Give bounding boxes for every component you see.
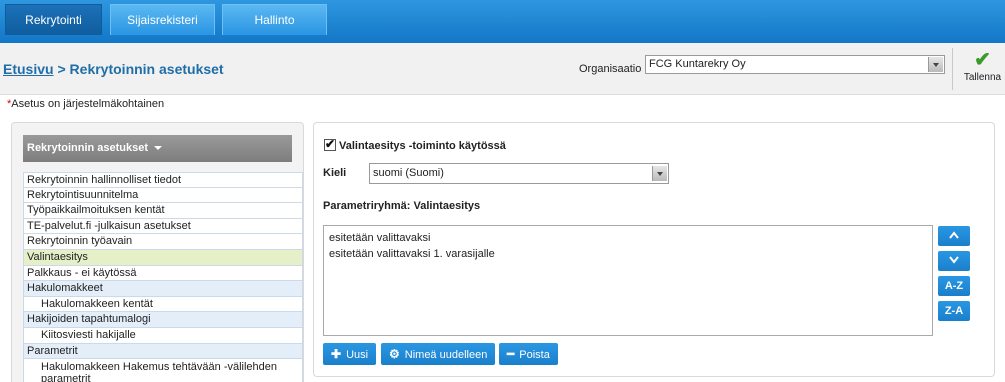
chevron-down-icon[interactable] xyxy=(652,166,667,181)
breadcrumb-separator: > xyxy=(53,61,70,77)
menu-item-hakulomakkeen-kentat[interactable]: Hakulomakkeen kentät xyxy=(23,296,303,313)
settings-menu-panel: Rekrytoinnin asetukset Rekrytoinnin hall… xyxy=(11,122,304,382)
valintaesitys-enabled-label: Valintaesitys -toiminto käytössä xyxy=(339,140,506,152)
breadcrumb-home-link[interactable]: Etusivu xyxy=(3,61,54,77)
organisation-value: FCG Kuntarekry Oy xyxy=(649,58,746,70)
menu-item-te-palvelut[interactable]: TE-palvelut.fi -julkaisun asetukset xyxy=(23,218,303,235)
save-button[interactable]: ✔ Tallenna xyxy=(960,48,1005,90)
caret-down-icon xyxy=(154,146,163,151)
menu-item-rekrytointisuunnitelma[interactable]: Rekrytointisuunnitelma xyxy=(23,187,303,204)
move-up-button[interactable] xyxy=(938,226,970,246)
chevron-down-icon[interactable] xyxy=(928,57,943,72)
parameter-group-title: Parametriryhmä: Valintaesitys xyxy=(323,200,481,212)
menu-group-hakulomakkeet[interactable]: Hakulomakkeet xyxy=(23,281,303,297)
sort-za-button[interactable]: Z-A xyxy=(938,301,970,321)
tab-hallinto[interactable]: Hallinto xyxy=(222,4,327,35)
sort-az-button[interactable]: A-Z xyxy=(938,276,970,296)
gear-icon: ⚙ xyxy=(389,347,400,361)
settings-menu-list: Rekrytoinnin hallinnolliset tiedot Rekry… xyxy=(23,172,303,382)
note-text: Asetus on järjestelmäkohtainen xyxy=(11,98,165,110)
plus-icon: ✚ xyxy=(331,347,342,361)
header-bar: Etusivu > Rekrytoinnin asetukset Organis… xyxy=(0,43,1005,95)
tab-rekrytointi[interactable]: Rekrytointi xyxy=(5,4,102,35)
parameter-listbox[interactable]: esitetään valittavaksi esitetään valitta… xyxy=(323,225,933,336)
move-down-button[interactable] xyxy=(938,251,970,271)
language-select[interactable]: suomi (Suomi) xyxy=(369,163,669,184)
language-label: Kieli xyxy=(323,167,347,179)
list-item[interactable]: esitetään valittavaksi xyxy=(329,230,927,246)
breadcrumb: Etusivu > Rekrytoinnin asetukset xyxy=(3,61,224,77)
settings-menu-title: Rekrytoinnin asetukset xyxy=(27,142,149,154)
list-item[interactable]: esitetään valittavaksi 1. varasijalle xyxy=(329,246,927,262)
top-navigation: Rekrytointi Sijaisrekisteri Hallinto xyxy=(0,0,1005,43)
toolbar-divider xyxy=(952,48,953,90)
delete-button[interactable]: ━ Poista xyxy=(499,343,558,365)
rename-button-label: Nimeä uudelleen xyxy=(404,349,488,361)
menu-item-hallinnolliset-tiedot[interactable]: Rekrytoinnin hallinnolliset tiedot xyxy=(23,172,303,188)
menu-item-hakemus-parametrit[interactable]: Hakulomakkeen Hakemus tehtävään -välileh… xyxy=(23,359,303,382)
valintaesitys-enabled-checkbox[interactable] xyxy=(324,137,336,151)
save-label: Tallenna xyxy=(963,72,1002,83)
language-value: suomi (Suomi) xyxy=(373,167,444,179)
chevron-down-icon xyxy=(949,256,959,264)
tab-sijaisrekisteri[interactable]: Sijaisrekisteri xyxy=(110,4,215,35)
system-setting-note: *Asetus on järjestelmäkohtainen xyxy=(7,98,164,110)
menu-item-tyopaikkailmoituksen-kentat[interactable]: Työpaikkailmoituksen kentät xyxy=(23,203,303,219)
menu-item-tyoavain[interactable]: Rekrytoinnin työavain xyxy=(23,234,303,250)
minus-icon: ━ xyxy=(507,347,515,361)
chevron-up-icon xyxy=(949,231,959,239)
new-button[interactable]: ✚ Uusi xyxy=(323,343,377,365)
settings-menu-header[interactable]: Rekrytoinnin asetukset xyxy=(23,135,292,162)
rename-button[interactable]: ⚙ Nimeä uudelleen xyxy=(381,343,496,365)
breadcrumb-current: Rekrytoinnin asetukset xyxy=(69,61,224,77)
new-button-label: Uusi xyxy=(346,349,369,361)
menu-item-palkkaus[interactable]: Palkkaus - ei käytössä xyxy=(23,265,303,282)
organisation-select[interactable]: FCG Kuntarekry Oy xyxy=(645,55,945,74)
menu-group-parametrit[interactable]: Parametrit xyxy=(23,343,303,360)
menu-group-tapahtumalogi[interactable]: Hakijoiden tapahtumalogi xyxy=(23,312,303,328)
delete-button-label: Poista xyxy=(519,349,550,361)
menu-item-kiitosviesti[interactable]: Kiitosviesti hakijalle xyxy=(23,327,303,344)
valintaesitys-enabled-row: Valintaesitys -toiminto käytössä xyxy=(324,137,506,152)
organisation-label: Organisaatio xyxy=(579,63,642,75)
menu-item-valintaesitys[interactable]: Valintaesitys xyxy=(23,249,303,266)
checkmark-icon: ✔ xyxy=(974,49,991,71)
